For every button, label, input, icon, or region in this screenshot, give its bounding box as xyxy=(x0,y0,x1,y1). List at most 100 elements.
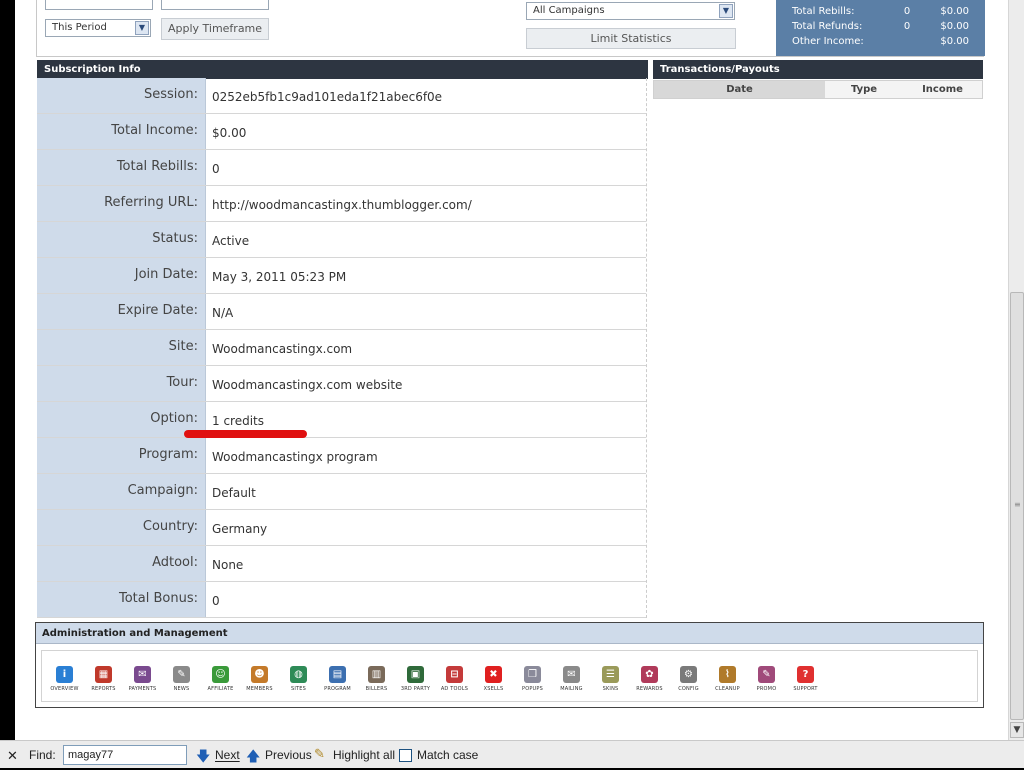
subscription-row: Referring URL: http://woodmancastingx.thu… xyxy=(37,186,646,222)
admin-tool-billers[interactable]: ▥ BILLERS xyxy=(357,651,396,701)
top-select-2[interactable] xyxy=(161,0,269,10)
xsells-icon[interactable]: ✖ xyxy=(485,666,502,683)
match-case-label[interactable]: Match case xyxy=(417,748,478,762)
admin-tool-label[interactable]: SKINS xyxy=(603,686,619,692)
admin-tool-label[interactable]: SUPPORT xyxy=(793,686,817,692)
admin-tool-ad-tools[interactable]: ⊟ AD TOOLS xyxy=(435,651,474,701)
admin-tool-config[interactable]: ⚙ CONFIG xyxy=(669,651,708,701)
scroll-down-arrow-icon[interactable]: ▼ xyxy=(1010,722,1024,738)
admin-tool-mailing[interactable]: ✉ MAILING xyxy=(552,651,591,701)
admin-tool-label[interactable]: OVERVIEW xyxy=(50,686,78,692)
program-icon[interactable]: ▤ xyxy=(329,666,346,683)
admin-tool-label[interactable]: REWARDS xyxy=(636,686,663,692)
ad-tools-icon[interactable]: ⊟ xyxy=(446,666,463,683)
skins-icon[interactable]: ☰ xyxy=(602,666,619,683)
info-icon[interactable]: i xyxy=(56,666,73,683)
admin-tool-label[interactable]: PAYMENTS xyxy=(129,686,157,692)
subscription-table: Session: 0252eb5fb1c9ad101eda1f21abec6f0e… xyxy=(37,78,647,618)
admin-tool-cleanup[interactable]: ⌇ CLEANUP xyxy=(708,651,747,701)
subscription-row: Program: Woodmancastingx program xyxy=(37,438,646,474)
admin-tool-members[interactable]: ☻ MEMBERS xyxy=(240,651,279,701)
admin-tool-label[interactable]: SITES xyxy=(291,686,306,692)
admin-tool-popups[interactable]: ❐ POPUPS xyxy=(513,651,552,701)
scroll-thumb[interactable]: ≡ xyxy=(1010,292,1024,720)
admin-tool-label[interactable]: BILLERS xyxy=(366,686,388,692)
admin-tool-program[interactable]: ▤ PROGRAM xyxy=(318,651,357,701)
admin-tool-affiliate[interactable]: ☺ AFFILIATE xyxy=(201,651,240,701)
payments-icon[interactable]: ✉ xyxy=(134,666,151,683)
field-label: Option: xyxy=(37,402,206,437)
support-icon[interactable]: ? xyxy=(797,666,814,683)
chevron-down-icon[interactable]: ▼ xyxy=(135,21,149,35)
previous-button[interactable]: Previous xyxy=(265,748,312,762)
third-party-icon[interactable]: ▣ xyxy=(407,666,424,683)
admin-tool-3rd-party[interactable]: ▣ 3RD PARTY xyxy=(396,651,435,701)
admin-tool-label[interactable]: CONFIG xyxy=(678,686,699,692)
admin-tool-support[interactable]: ? SUPPORT xyxy=(786,651,825,701)
news-icon[interactable]: ✎ xyxy=(173,666,190,683)
sites-icon[interactable]: ◍ xyxy=(290,666,307,683)
billers-icon[interactable]: ▥ xyxy=(368,666,385,683)
apply-timeframe-button[interactable]: Apply Timeframe xyxy=(161,18,269,40)
income-label: Total Rebills: xyxy=(792,6,855,17)
admin-tool-news[interactable]: ✎ NEWS xyxy=(162,651,201,701)
admin-tool-label[interactable]: AD TOOLS xyxy=(441,686,468,692)
find-input[interactable]: magay77 xyxy=(63,745,187,765)
admin-tool-rewards[interactable]: ✿ REWARDS xyxy=(630,651,669,701)
admin-tool-sites[interactable]: ◍ SITES xyxy=(279,651,318,701)
subscription-row: Site: Woodmancastingx.com xyxy=(37,330,646,366)
admin-tool-label[interactable]: MAILING xyxy=(560,686,582,692)
admin-tool-label[interactable]: NEWS xyxy=(174,686,190,692)
limit-statistics-button[interactable]: Limit Statistics xyxy=(526,28,736,49)
admin-tool-label[interactable]: 3RD PARTY xyxy=(401,686,430,692)
reports-icon[interactable]: ▦ xyxy=(95,666,112,683)
column-date[interactable]: Date xyxy=(654,81,825,98)
top-select-1[interactable] xyxy=(45,0,153,10)
close-icon[interactable]: ✕ xyxy=(7,748,18,764)
period-select[interactable]: This Period ▼ xyxy=(45,19,151,37)
admin-tool-reports[interactable]: ▦ REPORTS xyxy=(84,651,123,701)
find-label: Find: xyxy=(29,748,56,762)
vertical-scrollbar[interactable]: ≡ ▼ xyxy=(1008,0,1024,740)
income-summary: Total Rebills: 0 $0.00 Total Refunds: 0 … xyxy=(776,0,985,56)
arrow-up-icon[interactable]: 🡅 xyxy=(246,746,260,770)
admin-tool-label[interactable]: PROGRAM xyxy=(324,686,351,692)
admin-tool-promo[interactable]: ✎ PROMO xyxy=(747,651,786,701)
admin-tool-label[interactable]: AFFILIATE xyxy=(208,686,234,692)
subscription-row: Tour: Woodmancastingx.com website xyxy=(37,366,646,402)
members-icon[interactable]: ☻ xyxy=(251,666,268,683)
cleanup-icon[interactable]: ⌇ xyxy=(719,666,736,683)
highlight-all-button[interactable]: Highlight all xyxy=(333,748,395,762)
next-button[interactable]: Next xyxy=(215,748,240,762)
campaign-select-value: All Campaigns xyxy=(533,5,605,16)
match-case-checkbox[interactable] xyxy=(399,749,412,762)
find-bar: ✕ Find: magay77 🡇 Next 🡅 Previous ✎ High… xyxy=(0,740,1024,768)
admin-tool-label[interactable]: POPUPS xyxy=(522,686,543,692)
field-label: Status: xyxy=(37,222,206,257)
arrow-down-icon[interactable]: 🡇 xyxy=(196,746,210,770)
column-income[interactable]: Income xyxy=(903,81,982,98)
admin-tool-label[interactable]: MEMBERS xyxy=(246,686,272,692)
mailing-icon[interactable]: ✉ xyxy=(563,666,580,683)
income-row: Total Rebills: 0 $0.00 xyxy=(792,4,969,19)
field-value: Woodmancastingx.com website xyxy=(212,378,403,392)
admin-tool-payments[interactable]: ✉ PAYMENTS xyxy=(123,651,162,701)
admin-tool-skins[interactable]: ☰ SKINS xyxy=(591,651,630,701)
config-icon[interactable]: ⚙ xyxy=(680,666,697,683)
popups-icon[interactable]: ❐ xyxy=(524,666,541,683)
subscription-row: Expire Date: N/A xyxy=(37,294,646,330)
column-type[interactable]: Type xyxy=(825,81,903,98)
admin-tool-xsells[interactable]: ✖ XSELLS xyxy=(474,651,513,701)
admin-tool-label[interactable]: XSELLS xyxy=(484,686,504,692)
admin-tool-overview[interactable]: i OVERVIEW xyxy=(45,651,84,701)
promo-icon[interactable]: ✎ xyxy=(758,666,775,683)
affiliate-icon[interactable]: ☺ xyxy=(212,666,229,683)
highlighter-icon[interactable]: ✎ xyxy=(314,746,325,762)
campaign-select[interactable]: All Campaigns ▼ xyxy=(526,2,735,20)
admin-tool-label[interactable]: CLEANUP xyxy=(715,686,740,692)
field-label: Total Rebills: xyxy=(37,150,206,185)
chevron-down-icon[interactable]: ▼ xyxy=(719,4,733,18)
rewards-icon[interactable]: ✿ xyxy=(641,666,658,683)
admin-tool-label[interactable]: REPORTS xyxy=(91,686,115,692)
admin-tool-label[interactable]: PROMO xyxy=(757,686,777,692)
